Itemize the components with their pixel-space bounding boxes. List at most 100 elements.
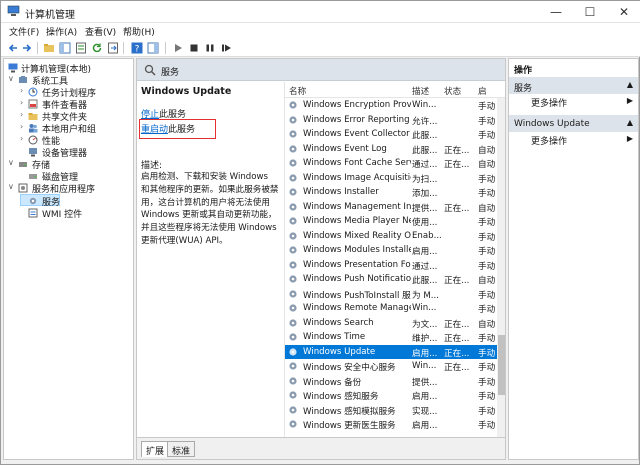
shared-folder-icon (28, 113, 38, 120)
svg-text:?: ? (135, 45, 140, 55)
tab-extended[interactable]: 扩展 (141, 441, 170, 457)
service-name-cell: Windows Error Reporting S... (303, 114, 411, 125)
service-description-cell: 添加... (412, 189, 438, 199)
chevron-right-icon[interactable]: › (20, 86, 23, 95)
column-header-name[interactable]: 名称 (289, 85, 306, 97)
table-row[interactable]: Windows Search 为文... 正在... 自动 (285, 316, 505, 331)
service-name-cell: Windows Event Collector (303, 129, 410, 139)
tree-item-label: WMI 控件 (42, 210, 83, 220)
chevron-right-icon[interactable]: › (20, 122, 23, 131)
service-name-cell: Windows Remote Manage... (303, 303, 411, 313)
pause-service-icon[interactable] (204, 42, 216, 54)
table-row[interactable]: Windows 备份 提供... 手动 (285, 374, 505, 389)
actions-section-label: 服务 (514, 84, 533, 94)
restart-service-link[interactable]: 重启动 (141, 125, 168, 135)
menu-file[interactable]: 文件(F) (9, 25, 39, 38)
table-row[interactable]: Windows Modules Installer 启用... 手动 (285, 243, 505, 258)
service-name-cell: Windows Time (303, 332, 366, 342)
service-name-cell: Windows 感知服务 (303, 392, 379, 402)
table-row[interactable]: Windows Update 启用... 正在... 手动 (285, 344, 505, 359)
minimize-button[interactable]: — (539, 1, 573, 23)
table-row[interactable]: Windows Encryption Provid...Win...手动 (285, 98, 505, 113)
chevron-down-icon[interactable]: ∨ (8, 74, 14, 83)
table-row[interactable]: Windows Installer 添加... 手动 (285, 185, 505, 200)
restart-service-icon[interactable] (220, 42, 232, 54)
table-row[interactable]: Windows Image Acquisitio...为扫...手动 (285, 171, 505, 186)
chevron-right-icon[interactable]: › (20, 134, 23, 143)
service-status-cell: 正在... (444, 348, 470, 359)
collapse-caret-icon[interactable]: ▲ (627, 80, 633, 89)
table-row[interactable]: Windows Event Collector 此服... 手动 (285, 127, 505, 142)
properties-icon[interactable] (75, 42, 87, 54)
menu-help[interactable]: 帮助(H) (123, 25, 155, 38)
collapse-caret-icon[interactable]: ▲ (627, 118, 633, 127)
menu-action[interactable]: 操作(A) (46, 25, 77, 38)
service-description-pane: Windows Update 停止此服务 重启动此服务 描述: 启用检测、下载和… (137, 82, 282, 437)
tab-standard[interactable]: 标准 (167, 441, 196, 457)
more-actions-services[interactable]: 更多操作 (531, 96, 567, 109)
service-description-cell: 为文... (412, 319, 438, 330)
table-row[interactable]: Windows Remote Manage... Win... 手动 (285, 301, 505, 316)
submenu-arrow-icon[interactable]: ▶ (627, 134, 633, 143)
table-row[interactable]: Windows 安全中心服务 Win... 正在... 手动 (285, 359, 505, 374)
show-action-pane-icon[interactable] (147, 42, 159, 54)
toolbar-divider (37, 42, 38, 54)
table-row[interactable]: Windows Event Log 此服... 正在... 自动 (285, 142, 505, 157)
services-pane: 服务 Windows Update 停止此服务 重启动此服务 描述: 启用检测、… (136, 58, 506, 460)
back-arrow-icon[interactable] (7, 42, 19, 54)
services-list: 名称 描述 状态 启 Windows Encryption Provid...W… (284, 82, 505, 437)
chevron-down-icon[interactable]: ∨ (8, 158, 14, 167)
services-apps-icon (18, 183, 28, 193)
column-header-startup[interactable]: 启 (478, 85, 487, 97)
device-manager-icon (29, 148, 37, 157)
table-row[interactable]: Windows Error Reporting S...允许...手动 (285, 113, 505, 128)
scrollbar-thumb[interactable] (498, 335, 505, 395)
column-header-description[interactable]: 描述 (412, 85, 429, 97)
vertical-scrollbar[interactable] (497, 98, 505, 437)
close-button[interactable]: ✕ (607, 1, 640, 23)
column-headers: 名称 描述 状态 启 (285, 82, 505, 98)
table-row[interactable]: Windows Push Notification...此服...正在...自动 (285, 272, 505, 287)
table-row[interactable]: Windows Management Ins...提供...正在...自动 (285, 200, 505, 215)
actions-section-services[interactable]: 服务 ▲ (509, 77, 638, 94)
refresh-icon[interactable] (91, 42, 103, 54)
table-row[interactable]: Windows Media Player Net...使用...手动 (285, 214, 505, 229)
show-hide-tree-icon[interactable] (59, 42, 71, 54)
chevron-down-icon[interactable]: ∨ (8, 182, 14, 191)
table-row[interactable]: Windows Presentation Fou...通过...手动 (285, 258, 505, 273)
table-row[interactable]: Windows 更新医生服务 启用... 手动 (285, 417, 505, 432)
gear-icon (289, 231, 297, 240)
service-description-cell: 此服... (412, 145, 438, 156)
more-actions-windows-update[interactable]: 更多操作 (531, 134, 567, 147)
chevron-right-icon[interactable]: › (20, 98, 23, 107)
table-row[interactable]: Windows PushToInstall 服务为 M... 手动 (285, 287, 505, 302)
service-description-cell: 通过... (412, 160, 438, 170)
menu-view[interactable]: 查看(V) (85, 25, 116, 38)
actions-section-windows-update[interactable]: Windows Update ▲ (509, 115, 638, 132)
table-row[interactable]: Windows 感知服务 启用... 手动 (285, 388, 505, 403)
table-row[interactable]: Windows 感知模拟服务 实现... 手动 (285, 403, 505, 418)
export-list-icon[interactable] (107, 42, 119, 54)
submenu-arrow-icon[interactable]: ▶ (627, 96, 633, 105)
gear-icon (289, 333, 297, 341)
table-row[interactable]: Windows Mixed Reality Op...Enab...手动 (285, 229, 505, 244)
chevron-right-icon[interactable]: › (20, 110, 23, 119)
service-name-cell: Windows Modules Installer (303, 245, 411, 255)
tree-item-services[interactable]: 服务 (20, 194, 60, 208)
maximize-button[interactable]: ☐ (573, 1, 607, 23)
column-header-status[interactable]: 状态 (444, 85, 461, 97)
gear-icon (289, 260, 297, 269)
service-name-cell: Windows Encryption Provid... (303, 100, 411, 110)
up-folder-icon[interactable] (43, 42, 55, 54)
table-row[interactable]: Windows Time 维护... 正在... 手动 (285, 330, 505, 345)
stop-service-icon[interactable] (188, 42, 200, 54)
service-name-cell: Windows Presentation Fou... (303, 259, 411, 270)
start-service-icon[interactable] (172, 42, 184, 54)
service-description-cell: 实现... (412, 406, 438, 417)
service-name-cell: Windows 更新医生服务 (303, 421, 396, 431)
help-icon[interactable]: ? (131, 42, 143, 54)
title-bar: 计算机管理 — ☐ ✕ (1, 1, 640, 23)
service-description-cell: 为 M... (412, 290, 439, 301)
forward-arrow-icon[interactable] (21, 42, 33, 54)
table-row[interactable]: Windows Font Cache Servi...通过...正在...自动 (285, 156, 505, 171)
